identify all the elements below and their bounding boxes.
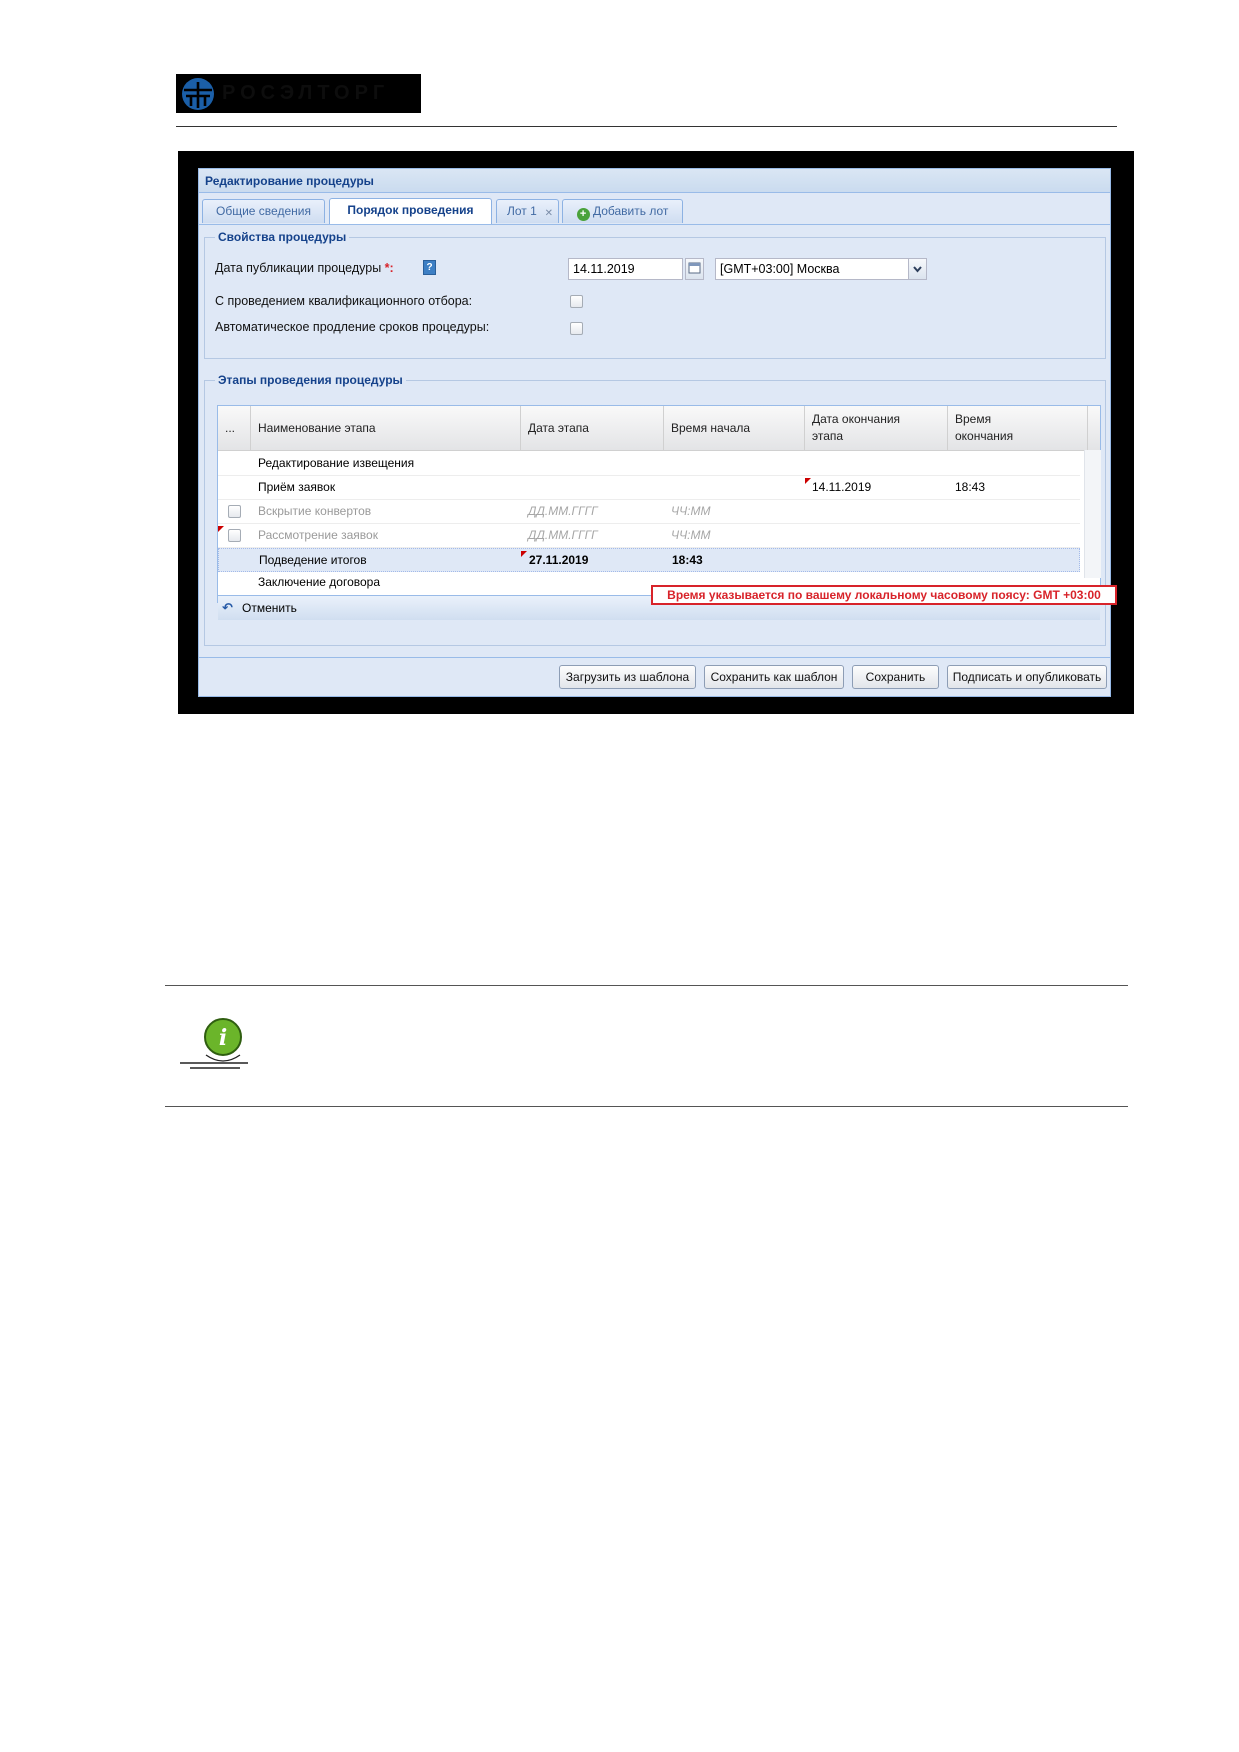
save-template-button[interactable]: Сохранить как шаблон: [704, 665, 844, 689]
logo-wordmark: РОСЭЛТОРГ: [222, 82, 390, 104]
tab-label: Добавить лот: [592, 204, 669, 218]
pub-date-label-text: Дата публикации процедуры: [215, 261, 382, 275]
window-title: Редактирование процедуры: [199, 169, 1110, 193]
stage-name: Заключение договора: [258, 575, 381, 589]
load-template-button[interactable]: Загрузить из шаблона: [559, 665, 696, 689]
stages-grid: ... Наименование этапа Дата этапа Время …: [217, 405, 1101, 620]
column-end-time-label: Время окончания: [955, 412, 1014, 443]
tab-lot-1[interactable]: Лот 1 ✕: [496, 199, 559, 223]
stage-start-time[interactable]: ЧЧ:ММ: [664, 524, 711, 547]
footer-divider: [199, 657, 1110, 658]
close-icon[interactable]: ✕: [545, 202, 553, 225]
calendar-icon[interactable]: [685, 258, 704, 280]
column-end-date-label: Дата окончания этапа: [812, 412, 901, 443]
info-icon: i: [178, 1015, 254, 1071]
svg-text:i: i: [219, 1025, 227, 1051]
table-row-selected[interactable]: Подведение итогов 27.11.2019 18:43: [218, 548, 1080, 572]
stage-start-time[interactable]: ЧЧ:ММ: [664, 500, 711, 523]
column-date[interactable]: Дата этапа: [521, 406, 664, 450]
company-logo: РОСЭЛТОРГ: [176, 74, 421, 113]
note-top-rule: [165, 985, 1128, 986]
edit-procedure-window: Редактирование процедуры Общие сведения …: [198, 168, 1117, 697]
stage-date[interactable]: ДД.ММ.ГГГГ: [521, 500, 598, 523]
column-end-date[interactable]: Дата окончания этапа: [805, 406, 948, 450]
column-start-time[interactable]: Время начала: [664, 406, 805, 450]
stage-name: Подведение итогов: [259, 553, 367, 567]
qualification-checkbox[interactable]: [570, 295, 583, 308]
note-bottom-rule: [165, 1106, 1128, 1107]
row-checkbox[interactable]: [228, 529, 241, 542]
tab-label: Порядок проведения: [347, 203, 474, 217]
sign-publish-button[interactable]: Подписать и опубликовать: [947, 665, 1107, 689]
column-start-time-label: Время начала: [671, 420, 751, 435]
pub-date-input[interactable]: 14.11.2019: [568, 258, 683, 280]
chevron-down-icon[interactable]: [908, 258, 927, 280]
timezone-notice: Время указывается по вашему локальному ч…: [651, 585, 1117, 605]
properties-legend: Свойства процедуры: [215, 230, 350, 244]
table-row[interactable]: Приём заявок 14.11.2019 18:43: [218, 476, 1080, 500]
required-mark: *:: [384, 261, 394, 275]
stage-end-date[interactable]: 14.11.2019: [805, 476, 871, 499]
stage-name: Рассмотрение заявок: [258, 528, 378, 542]
auto-extend-label: Автоматическое продление сроков процедур…: [215, 320, 490, 334]
stages-fieldset: Этапы проведения процедуры ... Наименова…: [204, 373, 1117, 646]
column-date-label: Дата этапа: [528, 420, 589, 435]
qualification-label: С проведением квалификационного отбора:: [215, 294, 473, 308]
stage-name: Редактирование извещения: [258, 456, 415, 470]
stage-date[interactable]: 27.11.2019: [522, 549, 588, 572]
tab-add-lot[interactable]: + Добавить лот: [562, 199, 683, 223]
modified-marker: [218, 526, 224, 532]
table-row[interactable]: Вскрытие конвертов ДД.ММ.ГГГГ ЧЧ:ММ: [218, 500, 1080, 524]
tab-general[interactable]: Общие сведения: [202, 199, 325, 223]
tab-strip: [199, 224, 1110, 225]
timezone-select[interactable]: [GMT+03:00] Москва: [715, 258, 911, 280]
tab-label: Общие сведения: [216, 204, 311, 218]
column-name-label: Наименование этапа: [258, 420, 376, 435]
column-name[interactable]: Наименование этапа: [251, 406, 521, 450]
column-menu-label: ...: [225, 420, 236, 435]
stage-start-time[interactable]: 18:43: [665, 549, 703, 572]
column-menu[interactable]: ...: [218, 406, 251, 450]
add-icon: +: [576, 208, 590, 221]
grid-scrollbar[interactable]: [1084, 450, 1101, 578]
tab-order[interactable]: Порядок проведения: [329, 198, 492, 224]
table-row[interactable]: Редактирование извещения: [218, 452, 1080, 476]
header-divider: [176, 126, 1117, 127]
save-button[interactable]: Сохранить: [852, 665, 939, 689]
table-row[interactable]: Заключение договора: [218, 572, 1080, 589]
properties-fieldset: Свойства процедуры Дата публикации проце…: [204, 230, 1106, 359]
stage-name: Приём заявок: [258, 480, 336, 494]
undo-icon[interactable]: ↶: [222, 600, 233, 616]
help-icon[interactable]: ?: [423, 260, 436, 275]
column-end-time[interactable]: Время окончания: [948, 406, 1088, 450]
table-row[interactable]: Рассмотрение заявок ДД.ММ.ГГГГ ЧЧ:ММ: [218, 524, 1080, 548]
stage-date[interactable]: ДД.ММ.ГГГГ: [521, 524, 598, 547]
footer-toolbar: Загрузить из шаблона Сохранить как шабло…: [199, 665, 1110, 691]
row-checkbox[interactable]: [228, 505, 241, 518]
pub-date-label: Дата публикации процедуры *:: [215, 261, 394, 275]
stage-name: Вскрытие конвертов: [258, 504, 372, 518]
grid-header: ... Наименование этапа Дата этапа Время …: [218, 406, 1100, 451]
auto-extend-checkbox[interactable]: [570, 322, 583, 335]
cancel-button[interactable]: Отменить: [242, 601, 297, 615]
stage-end-time[interactable]: 18:43: [948, 476, 985, 499]
tab-label: Лот 1: [507, 204, 537, 218]
logo-mark-icon: [182, 77, 214, 110]
stages-legend: Этапы проведения процедуры: [215, 373, 406, 387]
